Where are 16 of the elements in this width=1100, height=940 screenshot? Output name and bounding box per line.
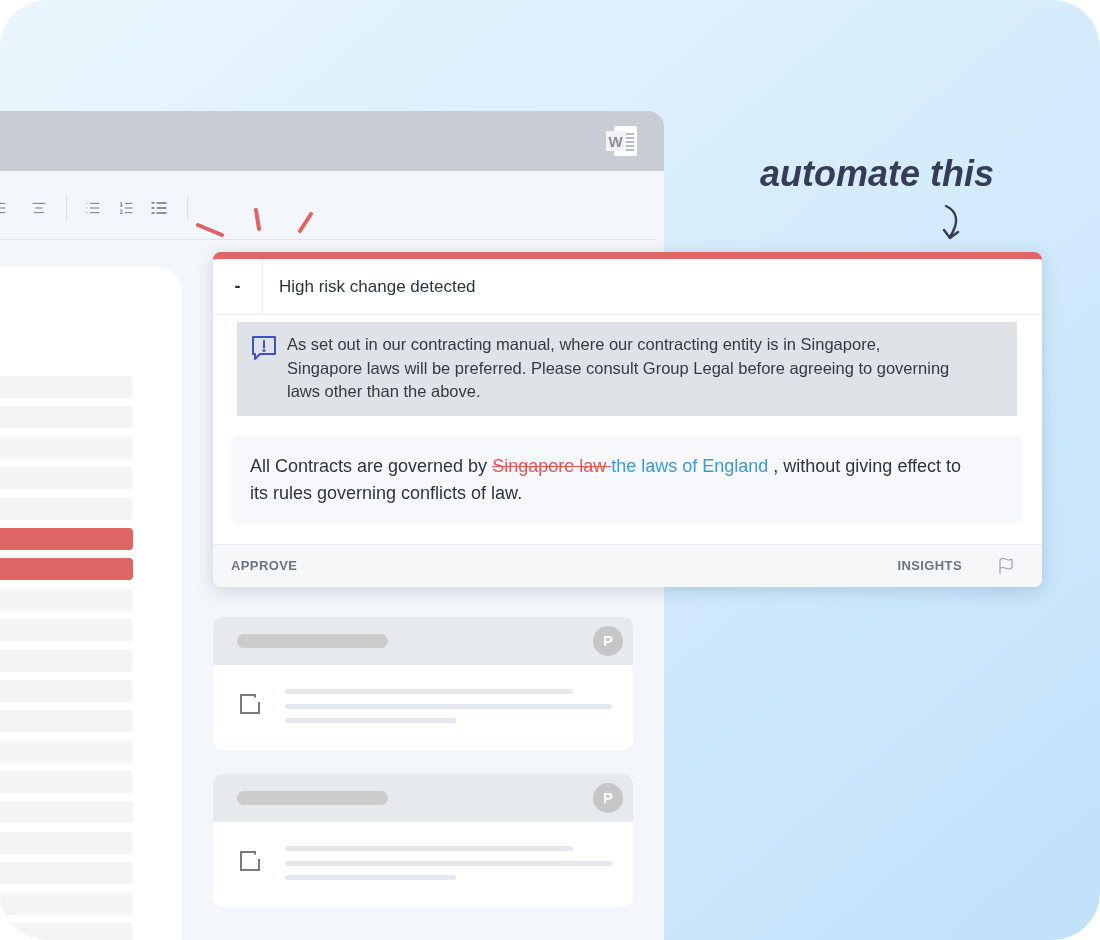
- multilevel-list-icon[interactable]: [151, 199, 167, 216]
- handwritten-note: automate this: [760, 152, 995, 196]
- collapse-button[interactable]: -: [213, 259, 263, 314]
- guidance-text: As set out in our contracting manual, where our contracting entity is in Singapore, Singapore laws will be preferred. Please consult Group Legal before agreeing to governing laws other than the above.: [287, 334, 951, 402]
- clause-text: All Contracts are governed by Singapore law the laws of England , without giving effect to its rules governing conflicts of law.: [250, 455, 963, 505]
- flag-icon[interactable]: [997, 557, 1015, 575]
- numbered-list-icon[interactable]: [118, 199, 134, 216]
- checkbox-icon[interactable]: [240, 694, 260, 714]
- alert-title: High risk change detected: [279, 275, 476, 298]
- checkbox-icon[interactable]: [240, 851, 260, 871]
- insights-button[interactable]: INSIGHTS: [897, 556, 962, 576]
- initial-badge: P: [593, 626, 623, 656]
- initial-badge: P: [593, 783, 623, 813]
- message-alert-icon: [251, 335, 277, 361]
- approve-button[interactable]: APPROVE: [231, 556, 298, 576]
- curved-arrow: [940, 204, 962, 240]
